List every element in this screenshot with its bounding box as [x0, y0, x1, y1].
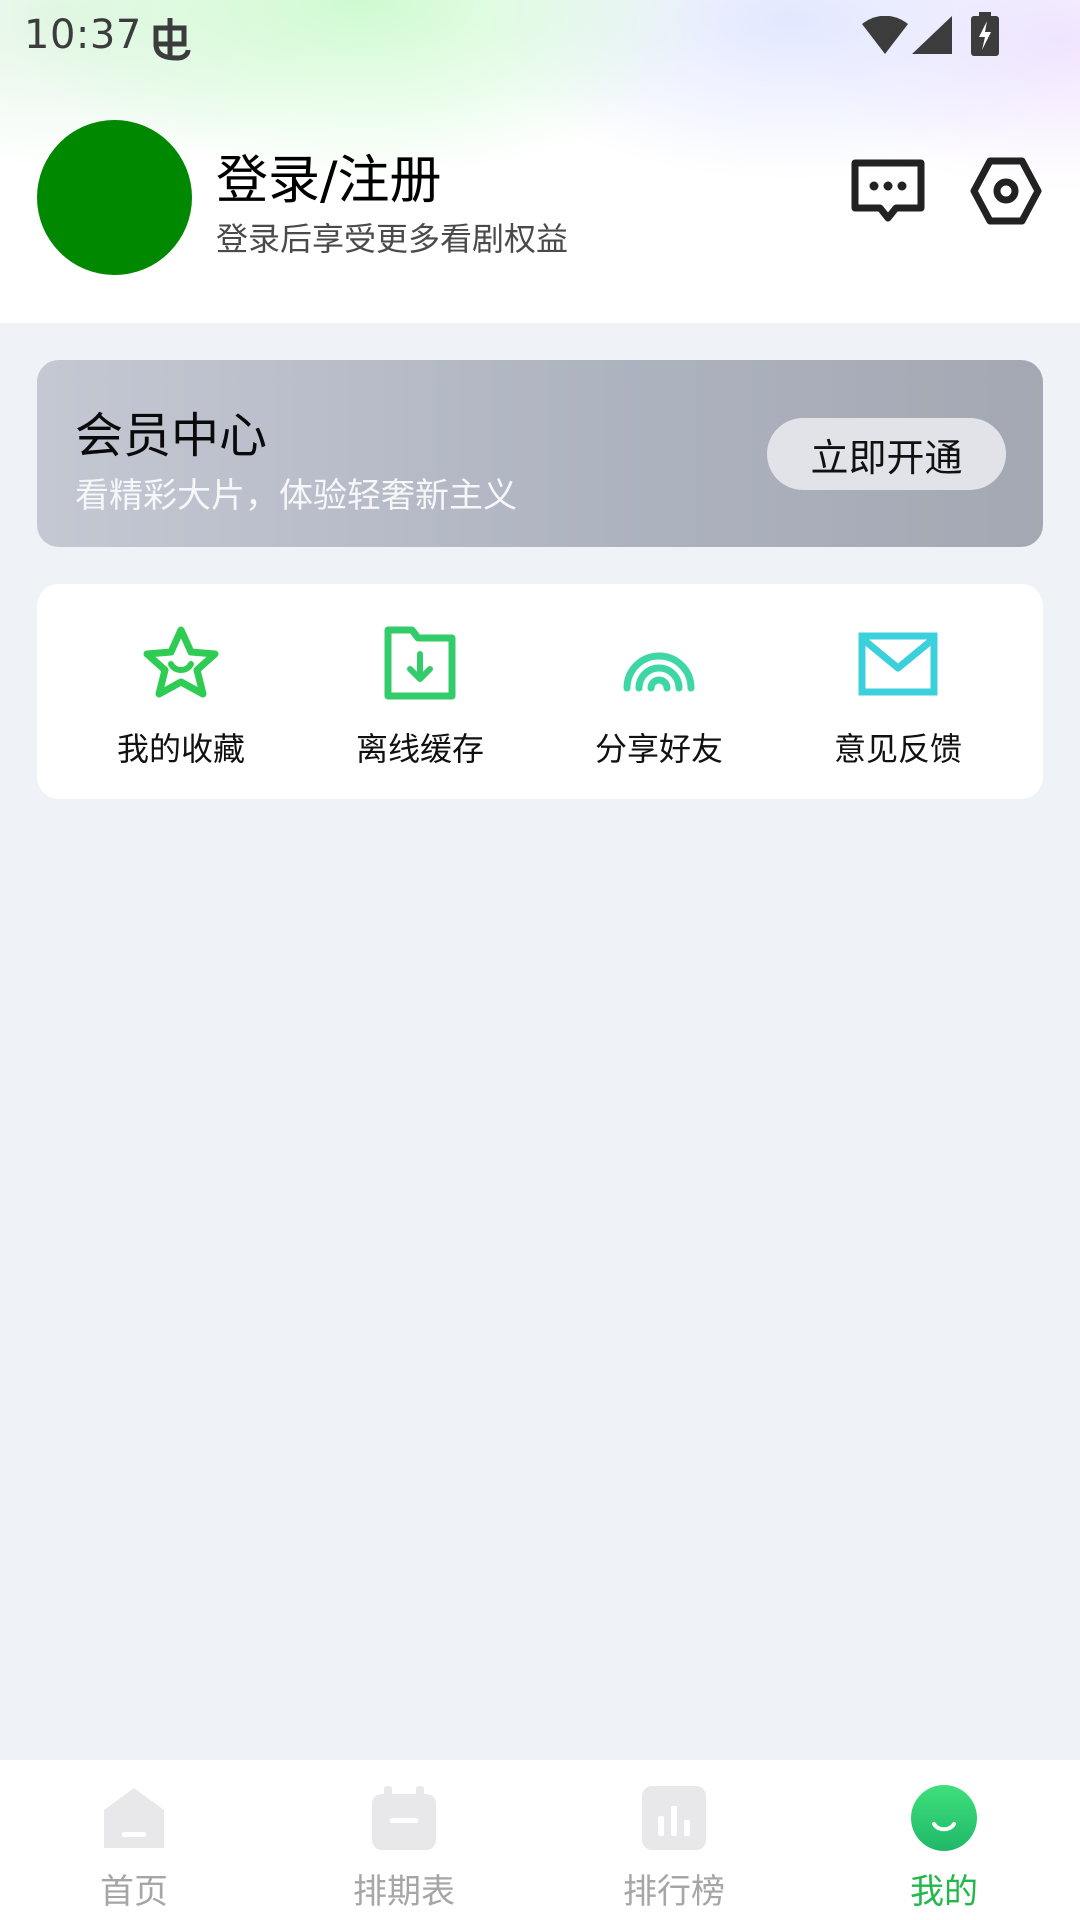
wifi-icon [862, 16, 908, 54]
open-vip-button[interactable]: 立即开通 [767, 418, 1006, 490]
share-friends-label: 分享好友 [594, 730, 723, 768]
calendar-icon [372, 1786, 436, 1850]
ranking-icon [642, 1786, 706, 1850]
header-background: 10:37 登录/注册 登录后享受更多看剧权益 [0, 0, 1080, 323]
tab-ranking[interactable]: 排行榜 [574, 1760, 774, 1920]
profile-smile-icon [911, 1785, 977, 1851]
cell-signal-icon [912, 16, 952, 54]
home-icon [104, 1788, 164, 1848]
tab-mine[interactable]: 我的 [844, 1760, 1044, 1920]
status-time: 10:37 [24, 12, 142, 58]
vip-title: 会员中心 [75, 408, 268, 464]
avatar[interactable] [37, 120, 192, 275]
battery-charging-icon [971, 12, 999, 56]
favorites-label: 我的收藏 [116, 730, 245, 768]
status-bar: 10:37 [0, 0, 1080, 72]
tab-home[interactable]: 首页 [34, 1760, 234, 1920]
settings-icon[interactable] [970, 155, 1042, 227]
debug-bug-icon [153, 18, 191, 61]
offline-cache-label: 离线缓存 [355, 730, 484, 768]
tab-schedule[interactable]: 排期表 [304, 1760, 504, 1920]
tab-mine-label: 我的 [910, 1872, 978, 1912]
tab-schedule-label: 排期表 [353, 1872, 455, 1912]
share-signal-icon [623, 652, 695, 692]
login-subtitle: 登录后享受更多看剧权益 [216, 220, 569, 258]
download-folder-icon [384, 626, 456, 700]
offline-cache-button[interactable]: 离线缓存 [320, 584, 520, 799]
quick-actions-card: 我的收藏 离线缓存 分享好友 意见反馈 [37, 584, 1043, 799]
mail-icon [858, 632, 938, 696]
login-title[interactable]: 登录/注册 [216, 138, 442, 213]
feedback-button[interactable]: 意见反馈 [798, 584, 998, 799]
share-friends-button[interactable]: 分享好友 [559, 584, 759, 799]
vip-center-card[interactable]: 会员中心 看精彩大片，体验轻奢新主义 立即开通 [37, 360, 1043, 547]
tab-ranking-label: 排行榜 [623, 1872, 725, 1912]
favorites-button[interactable]: 我的收藏 [81, 584, 281, 799]
bottom-tab-bar: 首页 排期表 排行榜 我的 [0, 1760, 1080, 1920]
vip-description: 看精彩大片，体验轻奢新主义 [75, 476, 517, 516]
message-icon[interactable] [850, 158, 926, 224]
star-icon [143, 626, 219, 698]
tab-home-label: 首页 [100, 1872, 168, 1912]
feedback-label: 意见反馈 [833, 730, 962, 768]
